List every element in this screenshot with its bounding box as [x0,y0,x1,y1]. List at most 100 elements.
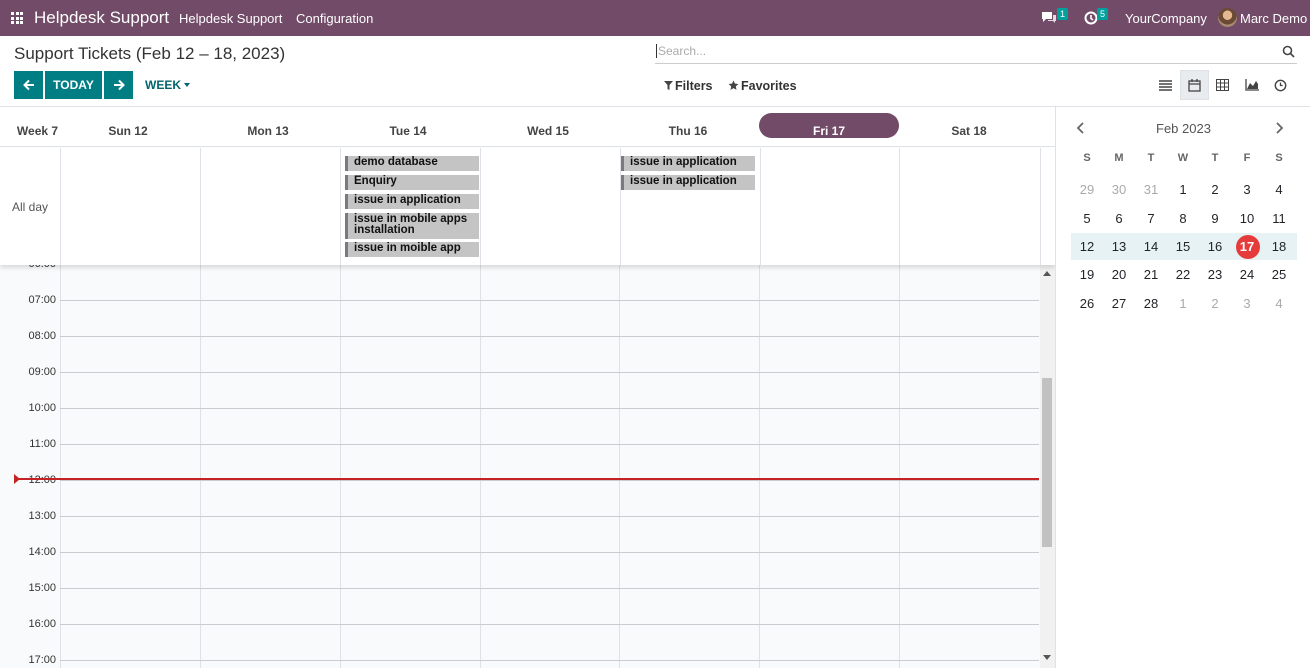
pivot-view-button[interactable] [1208,70,1237,100]
hour-label: 10:00 [28,402,56,414]
day-header-sun[interactable]: Sun 12 [58,124,198,138]
mini-calendar-day[interactable]: 5 [1074,211,1100,226]
day-header-mon[interactable]: Mon 13 [198,124,338,138]
list-view-button[interactable] [1151,70,1180,100]
mini-calendar-day[interactable]: 25 [1266,267,1292,282]
next-month-icon[interactable] [1274,122,1284,137]
event-issue-in-mobile-apps-installation[interactable]: issue in mobile apps installation [345,213,479,239]
mini-calendar-day[interactable]: 6 [1106,211,1132,226]
search-input[interactable]: Search... [655,40,1297,64]
chat-icon[interactable] [1041,11,1057,28]
day-header-wed[interactable]: Wed 15 [478,124,618,138]
app-brand[interactable]: Helpdesk Support [34,8,169,28]
calendar-view-button[interactable] [1180,70,1209,100]
mini-calendar-day[interactable]: 17 [1234,239,1260,254]
mini-calendar-day[interactable]: 15 [1170,239,1196,254]
mini-calendar-day[interactable]: 27 [1106,296,1132,311]
scale-label: WEEK [145,78,181,92]
table-icon [1216,79,1229,91]
dow-label: S [1083,152,1091,164]
mini-calendar-day[interactable]: 4 [1266,296,1292,311]
scroll-up-icon[interactable] [1043,271,1051,276]
time-grid[interactable]: 06:00 07:00 08:00 09:00 10:00 11:00 12:0… [0,258,1040,668]
mini-calendar-day[interactable]: 4 [1266,182,1292,197]
user-avatar[interactable] [1218,8,1237,27]
mini-calendar-day[interactable]: 31 [1138,182,1164,197]
mini-calendar-day[interactable]: 7 [1138,211,1164,226]
apps-menu-icon[interactable] [11,12,23,24]
day-header-sat[interactable]: Sat 18 [899,124,1039,138]
mini-calendar-day[interactable]: 2 [1202,182,1228,197]
mini-calendar-day[interactable]: 14 [1138,239,1164,254]
hour-label: 16:00 [28,618,56,630]
event-issue-in-application[interactable]: issue in application [621,156,755,171]
event-issue-in-moible-app[interactable]: issue in moible app [345,242,479,257]
day-header-fri[interactable]: Fri 17 [759,124,899,138]
day-divider [60,148,61,265]
activity-clock-icon[interactable] [1084,11,1098,28]
mini-calendar-day[interactable]: 13 [1106,239,1132,254]
activity-view-button[interactable] [1266,70,1295,100]
mini-calendar-day[interactable]: 28 [1138,296,1164,311]
mini-calendar-month: Feb 2023 [1156,121,1211,136]
mini-calendar-day[interactable]: 18 [1266,239,1292,254]
prev-month-icon[interactable] [1076,122,1086,137]
graph-view-button[interactable] [1237,70,1266,100]
mini-calendar-day[interactable]: 24 [1234,267,1260,282]
mini-calendar-day[interactable]: 22 [1170,267,1196,282]
favorites-dropdown[interactable]: Favorites [728,79,797,93]
company-switcher[interactable]: YourCompany [1125,11,1207,26]
day-header-thu[interactable]: Thu 16 [618,124,758,138]
next-button[interactable] [104,71,133,99]
user-menu[interactable]: Marc Demo [1240,11,1307,26]
scroll-down-icon[interactable] [1043,655,1051,660]
mini-calendar-day[interactable]: 2 [1202,296,1228,311]
all-day-label: All day [11,200,49,214]
today-button[interactable]: TODAY [45,71,102,99]
mini-calendar-day[interactable]: 19 [1074,267,1100,282]
day-divider [760,148,761,265]
hour-label: 14:00 [28,546,56,558]
mini-calendar-day[interactable]: 21 [1138,267,1164,282]
prev-button[interactable] [14,71,43,99]
control-panel: Support Tickets (Feb 12 – 18, 2023) TODA… [0,36,1310,107]
mini-calendar-day[interactable]: 26 [1074,296,1100,311]
day-divider [200,265,201,668]
menu-configuration[interactable]: Configuration [296,11,373,26]
mini-calendar-day[interactable]: 16 [1202,239,1228,254]
day-header-tue[interactable]: Tue 14 [338,124,478,138]
mini-calendar-day[interactable]: 9 [1202,211,1228,226]
mini-calendar-day[interactable]: 3 [1234,182,1260,197]
mini-calendar-day[interactable]: 8 [1170,211,1196,226]
dow-label: S [1275,152,1283,164]
day-divider [340,148,341,265]
scrollbar-thumb[interactable] [1042,378,1052,547]
hour-label: 11:00 [29,438,56,450]
mini-calendar-day[interactable]: 29 [1074,182,1100,197]
mini-calendar-day[interactable]: 30 [1106,182,1132,197]
activity-badge: 5 [1097,8,1109,20]
mini-calendar-day[interactable]: 1 [1170,182,1196,197]
mini-calendar-day[interactable]: 1 [1170,296,1196,311]
filters-dropdown[interactable]: Filters [664,79,713,93]
calendar-icon [1188,78,1201,92]
event-issue-in-application[interactable]: issue in application [621,175,755,190]
hour-line [60,408,1039,409]
chat-badge: 1 [1057,8,1069,20]
mini-calendar-day[interactable]: 20 [1106,267,1132,282]
mini-calendar-day[interactable]: 3 [1234,296,1260,311]
mini-calendar-day[interactable]: 10 [1234,211,1260,226]
day-divider [60,265,61,668]
menu-helpdesk-support[interactable]: Helpdesk Support [179,11,282,26]
event-issue-in-application[interactable]: issue in application [345,194,479,209]
day-divider [899,265,900,668]
mini-calendar-day[interactable]: 11 [1266,211,1292,226]
scale-dropdown[interactable]: WEEK [145,78,190,92]
mini-calendar-day[interactable]: 23 [1202,267,1228,282]
event-demo-database[interactable]: demo database [345,156,479,171]
mini-calendar-day[interactable]: 12 [1074,239,1100,254]
arrow-left-icon [22,79,34,91]
search-icon[interactable] [1282,45,1295,58]
hour-label: 09:00 [28,366,56,378]
event-enquiry[interactable]: Enquiry [345,175,479,190]
